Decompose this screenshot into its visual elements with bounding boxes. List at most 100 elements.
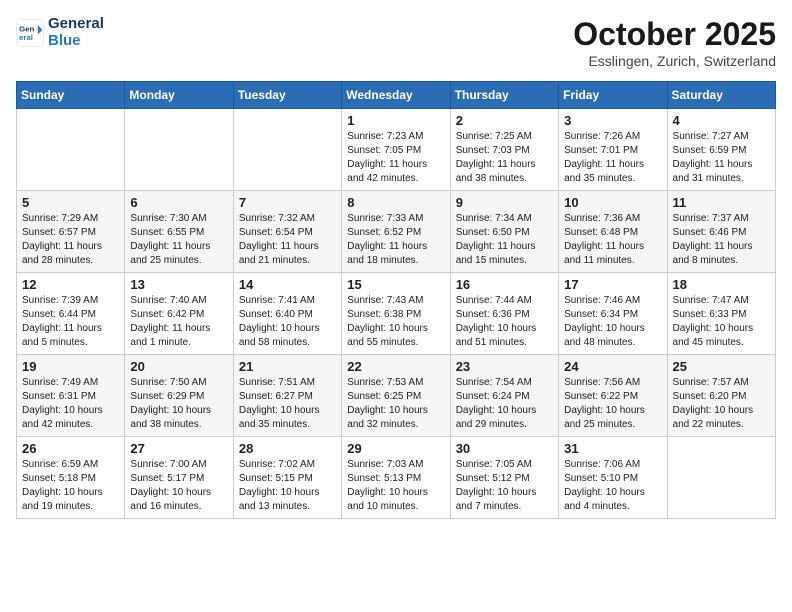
svg-text:Gen: Gen	[19, 24, 34, 33]
day-number: 27	[130, 441, 227, 456]
day-info: Sunrise: 7:26 AM Sunset: 7:01 PM Dayligh…	[564, 130, 661, 186]
day-number: 13	[130, 277, 227, 292]
day-info: Sunrise: 7:25 AM Sunset: 7:03 PM Dayligh…	[456, 130, 553, 186]
day-number: 2	[456, 113, 553, 128]
calendar-cell	[125, 109, 233, 191]
weekday-header-row: SundayMondayTuesdayWednesdayThursdayFrid…	[17, 82, 776, 109]
location-subtitle: Esslingen, Zurich, Switzerland	[573, 53, 776, 69]
day-number: 1	[347, 113, 444, 128]
day-info: Sunrise: 7:40 AM Sunset: 6:42 PM Dayligh…	[130, 294, 227, 350]
calendar-cell: 25 Sunrise: 7:57 AM Sunset: 6:20 PM Dayli…	[667, 355, 775, 437]
week-row-3: 12 Sunrise: 7:39 AM Sunset: 6:44 PM Dayli…	[17, 273, 776, 355]
day-info: Sunrise: 7:43 AM Sunset: 6:38 PM Dayligh…	[347, 294, 444, 350]
calendar-cell: 18Sunrise: 7:47 AM Sunset: 6:33 PM Dayli…	[667, 273, 775, 355]
day-number: 20	[130, 359, 227, 374]
calendar-cell: 3Sunrise: 7:26 AM Sunset: 7:01 PM Daylig…	[559, 109, 667, 191]
calendar-cell: 5Sunrise: 7:29 AM Sunset: 6:57 PM Daylig…	[17, 191, 125, 273]
week-row-2: 5Sunrise: 7:29 AM Sunset: 6:57 PM Daylig…	[17, 191, 776, 273]
day-info: Sunrise: 7:34 AM Sunset: 6:50 PM Dayligh…	[456, 212, 553, 268]
day-info: Sunrise: 7:41 AM Sunset: 6:40 PM Dayligh…	[239, 294, 336, 350]
day-number: 25	[673, 359, 770, 374]
weekday-header-monday: Monday	[125, 82, 233, 109]
calendar-cell	[667, 437, 775, 519]
calendar-cell: 19Sunrise: 7:49 AM Sunset: 6:31 PM Dayli…	[17, 355, 125, 437]
day-info: Sunrise: 7:05 AM Sunset: 5:12 PM Dayligh…	[456, 458, 553, 514]
month-title: October 2025	[573, 16, 776, 53]
day-info: Sunrise: 7:57 AM Sunset: 6:20 PM Dayligh…	[673, 376, 770, 432]
calendar-cell: 30Sunrise: 7:05 AM Sunset: 5:12 PM Dayli…	[450, 437, 558, 519]
calendar-cell: 17 Sunrise: 7:46 AM Sunset: 6:34 PM Dayli…	[559, 273, 667, 355]
day-number: 28	[239, 441, 336, 456]
week-row-4: 19Sunrise: 7:49 AM Sunset: 6:31 PM Dayli…	[17, 355, 776, 437]
day-number: 18	[673, 277, 770, 292]
weekday-header-sunday: Sunday	[17, 82, 125, 109]
day-number: 24	[564, 359, 661, 374]
calendar-cell: 1Sunrise: 7:23 AM Sunset: 7:05 PM Daylig…	[342, 109, 450, 191]
day-number: 5	[22, 195, 119, 210]
day-info: Sunrise: 7:51 AM Sunset: 6:27 PM Dayligh…	[239, 376, 336, 432]
day-number: 19	[22, 359, 119, 374]
day-info: Sunrise: 7:36 AM Sunset: 6:48 PM Dayligh…	[564, 212, 661, 268]
day-number: 16	[456, 277, 553, 292]
day-number: 21	[239, 359, 336, 374]
day-number: 31	[564, 441, 661, 456]
calendar-cell: 10Sunrise: 7:36 AM Sunset: 6:48 PM Dayli…	[559, 191, 667, 273]
weekday-header-thursday: Thursday	[450, 82, 558, 109]
calendar-cell: 4 Sunrise: 7:27 AM Sunset: 6:59 PM Daylig…	[667, 109, 775, 191]
calendar-cell	[233, 109, 341, 191]
day-info: Sunrise: 6:59 AM Sunset: 5:18 PM Dayligh…	[22, 458, 119, 514]
calendar-cell: 21 Sunrise: 7:51 AM Sunset: 6:27 PM Dayli…	[233, 355, 341, 437]
calendar-cell: 28Sunrise: 7:02 AM Sunset: 5:15 PM Dayli…	[233, 437, 341, 519]
day-info: Sunrise: 7:44 AM Sunset: 6:36 PM Dayligh…	[456, 294, 553, 350]
calendar-cell: 15 Sunrise: 7:43 AM Sunset: 6:38 PM Dayli…	[342, 273, 450, 355]
logo-text-block: General Blue	[48, 16, 104, 49]
calendar-cell: 31 Sunrise: 7:06 AM Sunset: 5:10 PM Dayli…	[559, 437, 667, 519]
day-number: 15	[347, 277, 444, 292]
day-number: 6	[130, 195, 227, 210]
day-number: 9	[456, 195, 553, 210]
day-number: 14	[239, 277, 336, 292]
logo: Gen eral General Blue	[16, 16, 104, 49]
day-number: 17	[564, 277, 661, 292]
calendar-cell: 7 Sunrise: 7:32 AM Sunset: 6:54 PM Daylig…	[233, 191, 341, 273]
calendar-cell	[17, 109, 125, 191]
day-number: 4	[673, 113, 770, 128]
day-number: 29	[347, 441, 444, 456]
day-info: Sunrise: 7:54 AM Sunset: 6:24 PM Dayligh…	[456, 376, 553, 432]
calendar-cell: 6 Sunrise: 7:30 AM Sunset: 6:55 PM Daylig…	[125, 191, 233, 273]
calendar-cell: 9 Sunrise: 7:34 AM Sunset: 6:50 PM Daylig…	[450, 191, 558, 273]
day-info: Sunrise: 7:53 AM Sunset: 6:25 PM Dayligh…	[347, 376, 444, 432]
day-info: Sunrise: 7:33 AM Sunset: 6:52 PM Dayligh…	[347, 212, 444, 268]
week-row-1: 1Sunrise: 7:23 AM Sunset: 7:05 PM Daylig…	[17, 109, 776, 191]
calendar-table: SundayMondayTuesdayWednesdayThursdayFrid…	[16, 81, 776, 519]
calendar-cell: 26Sunrise: 6:59 AM Sunset: 5:18 PM Dayli…	[17, 437, 125, 519]
weekday-header-saturday: Saturday	[667, 82, 775, 109]
day-number: 22	[347, 359, 444, 374]
calendar-cell: 16 Sunrise: 7:44 AM Sunset: 6:36 PM Dayli…	[450, 273, 558, 355]
day-number: 12	[22, 277, 119, 292]
title-block: October 2025 Esslingen, Zurich, Switzerl…	[573, 16, 776, 69]
week-row-5: 26Sunrise: 6:59 AM Sunset: 5:18 PM Dayli…	[17, 437, 776, 519]
day-number: 7	[239, 195, 336, 210]
calendar-cell: 29Sunrise: 7:03 AM Sunset: 5:13 PM Dayli…	[342, 437, 450, 519]
day-info: Sunrise: 7:37 AM Sunset: 6:46 PM Dayligh…	[673, 212, 770, 268]
day-info: Sunrise: 7:56 AM Sunset: 6:22 PM Dayligh…	[564, 376, 661, 432]
day-number: 11	[673, 195, 770, 210]
day-info: Sunrise: 7:00 AM Sunset: 5:17 PM Dayligh…	[130, 458, 227, 514]
day-info: Sunrise: 7:39 AM Sunset: 6:44 PM Dayligh…	[22, 294, 119, 350]
calendar-cell: 8Sunrise: 7:33 AM Sunset: 6:52 PM Daylig…	[342, 191, 450, 273]
day-info: Sunrise: 7:46 AM Sunset: 6:34 PM Dayligh…	[564, 294, 661, 350]
day-info: Sunrise: 7:32 AM Sunset: 6:54 PM Dayligh…	[239, 212, 336, 268]
calendar-cell: 14 Sunrise: 7:41 AM Sunset: 6:40 PM Dayli…	[233, 273, 341, 355]
calendar-cell: 2 Sunrise: 7:25 AM Sunset: 7:03 PM Daylig…	[450, 109, 558, 191]
day-info: Sunrise: 7:06 AM Sunset: 5:10 PM Dayligh…	[564, 458, 661, 514]
logo-line1: General	[48, 16, 104, 33]
calendar-cell: 22 Sunrise: 7:53 AM Sunset: 6:25 PM Dayli…	[342, 355, 450, 437]
day-info: Sunrise: 7:30 AM Sunset: 6:55 PM Dayligh…	[130, 212, 227, 268]
page-header: Gen eral General Blue October 2025 Essli…	[16, 16, 776, 69]
logo-line2: Blue	[48, 33, 104, 50]
calendar-cell: 24 Sunrise: 7:56 AM Sunset: 6:22 PM Dayli…	[559, 355, 667, 437]
weekday-header-tuesday: Tuesday	[233, 82, 341, 109]
day-info: Sunrise: 7:27 AM Sunset: 6:59 PM Dayligh…	[673, 130, 770, 186]
calendar-cell: 13 Sunrise: 7:40 AM Sunset: 6:42 PM Dayli…	[125, 273, 233, 355]
